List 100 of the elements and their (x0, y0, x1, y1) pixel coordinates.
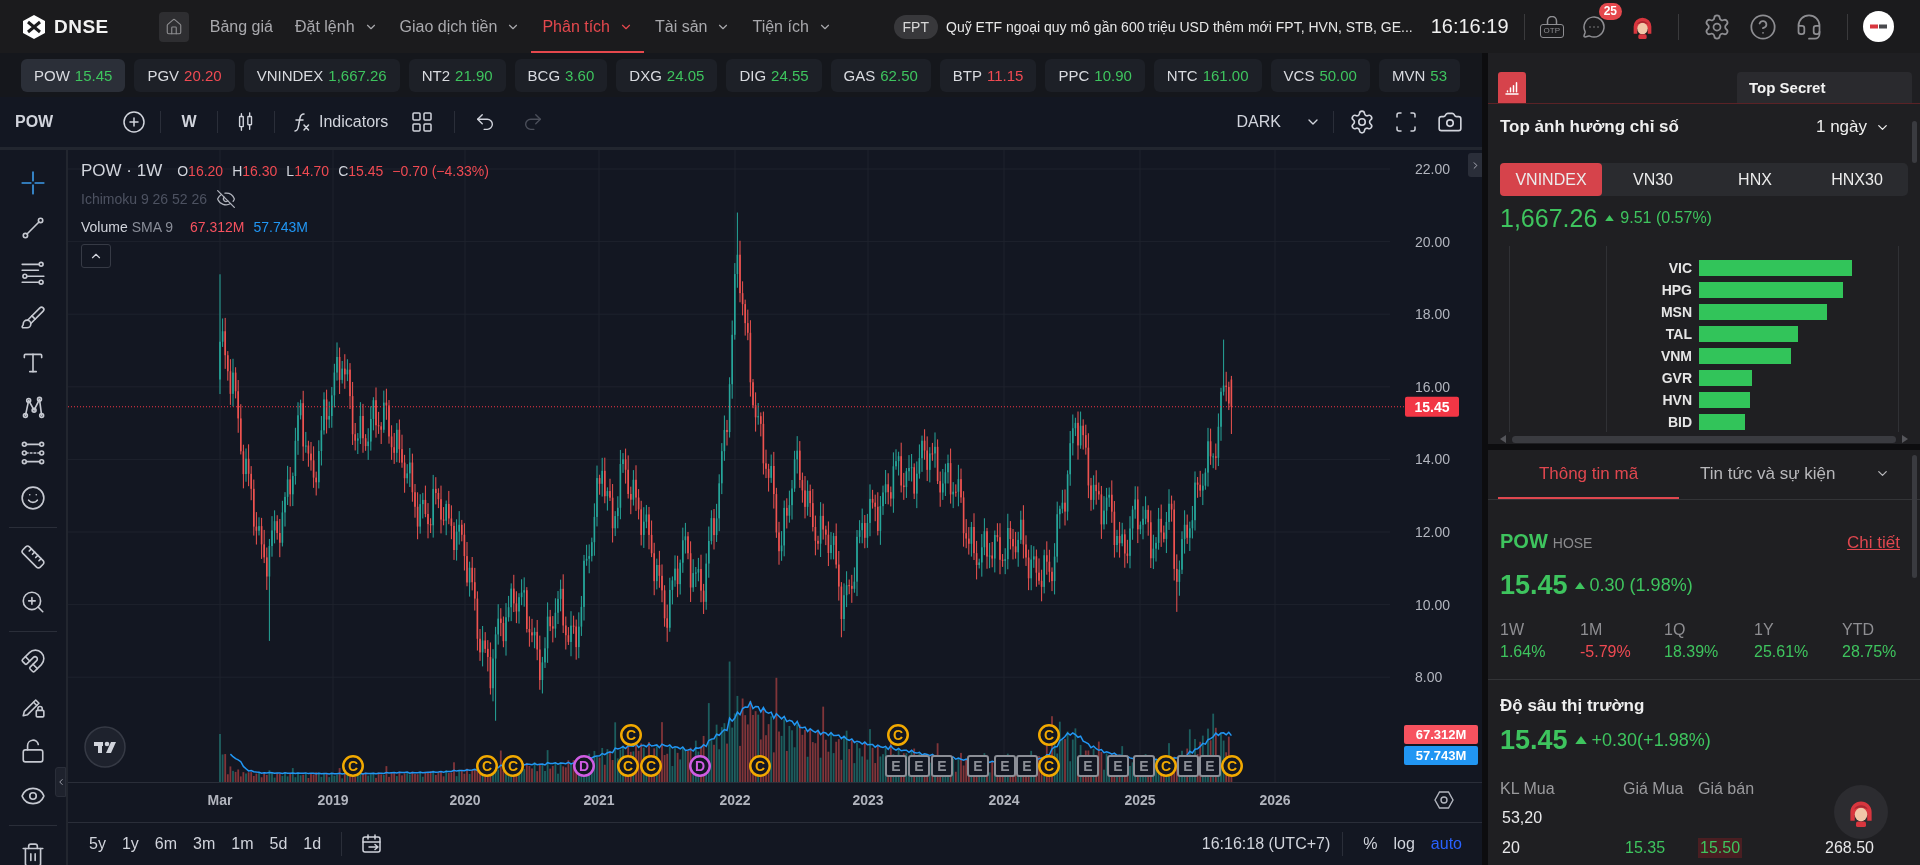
stock-label: VNM (1660, 348, 1692, 364)
event-marker[interactable]: D (689, 755, 711, 777)
event-marker[interactable]: C (1038, 724, 1060, 746)
time-axis-label: 2026 (1259, 792, 1291, 808)
watchlist-item[interactable]: MVN 53 (1378, 58, 1460, 92)
event-marker[interactable]: E (1177, 755, 1199, 777)
time-axis-label: Mar (207, 792, 233, 808)
info-tab[interactable]: Tin tức và sự kiện (1679, 450, 1920, 499)
scale-toggle[interactable]: auto (1422, 829, 1470, 859)
time-axis-label: 2020 (449, 792, 481, 808)
home-button[interactable] (158, 11, 189, 42)
index-tab[interactable]: HNX30 (1806, 163, 1908, 196)
table-cell-text: 268.50 (1824, 838, 1875, 858)
avatar-icon[interactable] (1863, 11, 1894, 42)
event-marker[interactable]: E (967, 755, 989, 777)
event-marker[interactable]: C (887, 724, 909, 746)
range-button[interactable]: 6m (146, 829, 186, 859)
watchlist-item[interactable]: GAS 62.50 (830, 58, 931, 92)
tooltip: Top Secret (1737, 72, 1912, 103)
news-headline[interactable]: Quỹ ETF ngoại quy mô gần 600 triệu USD thêm mới FPT, HVN, STB, GE... (946, 18, 1413, 35)
event-marker[interactable]: D (573, 755, 595, 777)
nav-menu-item[interactable]: Tiện ích (741, 0, 843, 53)
event-marker[interactable]: E (1107, 755, 1129, 777)
event-marker[interactable]: C (640, 755, 662, 777)
scale-toggle[interactable]: log (1385, 829, 1423, 859)
chart-title[interactable]: POW · 1W (81, 161, 163, 181)
event-marker[interactable]: C (620, 724, 642, 746)
event-marker[interactable]: E (994, 755, 1016, 777)
period-label: 1W (1500, 621, 1524, 639)
scale-toggle[interactable]: % (1355, 829, 1386, 859)
price-axis-label: 12.00 (1415, 524, 1451, 540)
scrollbar-thumb[interactable] (1912, 455, 1917, 578)
event-marker[interactable]: C (342, 755, 364, 777)
event-marker[interactable]: C (749, 755, 771, 777)
info-tab[interactable]: Thông tin mã (1498, 450, 1679, 499)
event-marker[interactable]: C (1155, 755, 1177, 777)
watchlist-item[interactable]: POW 15.45 (21, 58, 126, 92)
event-marker[interactable]: C (476, 755, 498, 777)
theme-dropdown[interactable]: DARK (1230, 104, 1327, 140)
event-marker[interactable]: C (1038, 755, 1060, 777)
watchlist-item[interactable]: DXG 24.05 (616, 58, 718, 92)
index-tab[interactable]: HNX (1704, 163, 1806, 196)
range-button[interactable]: 1m (223, 829, 262, 859)
event-marker[interactable]: E (1199, 755, 1221, 777)
stock-label: MSN (1660, 304, 1692, 320)
index-tab[interactable]: VNINDEX (1500, 163, 1602, 196)
watchlist-item[interactable]: BCG 3.60 (514, 58, 608, 92)
range-button[interactable]: 3m (185, 829, 224, 859)
watchlist-item[interactable]: NT2 21.90 (408, 58, 506, 92)
news-tag[interactable]: FPT (893, 14, 938, 39)
event-marker[interactable]: E (1077, 755, 1099, 777)
nav-menu-item[interactable]: Đặt lệnh (283, 0, 389, 53)
watchlist-item[interactable]: VNINDEX 1,667.26 (243, 58, 400, 92)
time-axis-label: 2023 (852, 792, 884, 808)
event-marker[interactable]: C (1221, 755, 1243, 777)
range-button[interactable]: 5y (81, 829, 114, 859)
chart-logo-icon[interactable] (84, 726, 126, 768)
watchlist-item[interactable]: NTC 161.00 (1153, 58, 1262, 92)
indicators-button[interactable]: Indicators (281, 104, 397, 140)
range-button[interactable]: 1y (113, 829, 147, 859)
symbol-button[interactable]: POW (0, 104, 114, 140)
smiley-icon (20, 485, 46, 511)
range-button[interactable]: 1d (295, 829, 330, 859)
event-marker[interactable]: C (617, 755, 639, 777)
watchlist-item[interactable]: DIG 24.55 (726, 58, 822, 92)
index-tab[interactable]: VN30 (1602, 163, 1704, 196)
price-axis-label: 22.00 (1415, 161, 1451, 177)
scrollbar-thumb[interactable] (1512, 435, 1896, 443)
event-marker[interactable]: E (1016, 755, 1038, 777)
nav-menu-item[interactable]: Bảng giá (198, 0, 284, 53)
event-marker[interactable]: E (1133, 755, 1155, 777)
volume-value-label: 67.312M (1404, 725, 1478, 744)
event-marker[interactable]: E (908, 755, 930, 777)
scrollbar-thumb[interactable] (1912, 121, 1917, 163)
indicator-name[interactable]: Volume (81, 219, 128, 235)
watchlist-item[interactable]: VCS 50.00 (1270, 58, 1370, 92)
watchlist-item[interactable]: BTP 11.15 (939, 58, 1037, 92)
time-axis-label: 2025 (1124, 792, 1156, 808)
event-marker[interactable]: E (931, 755, 953, 777)
price-axis-label: 16.00 (1415, 378, 1451, 395)
chart-tab[interactable] (1498, 72, 1526, 103)
ohlc-value: C15.45 (338, 163, 384, 179)
time-axis-label: 2021 (583, 792, 615, 808)
range-button[interactable]: 5d (261, 829, 296, 859)
otp-button[interactable]: OTP (1539, 15, 1564, 38)
event-marker[interactable]: C (502, 755, 524, 777)
settings-icon[interactable] (1434, 791, 1454, 809)
home-icon (164, 17, 183, 36)
interval-button[interactable]: W (171, 104, 207, 140)
headset-icon (1795, 12, 1823, 41)
event-marker[interactable]: E (885, 755, 907, 777)
watchlist-item[interactable]: PGV 20.20 (134, 58, 235, 92)
up-triangle-icon (1605, 214, 1615, 222)
nav-menu-item[interactable]: Giao dịch tiền (388, 0, 532, 53)
period-dropdown[interactable]: 1 ngày (1815, 117, 1890, 137)
detail-link[interactable]: Chi tiết (1847, 533, 1900, 553)
nav-menu-item[interactable]: Tài sản (644, 0, 742, 53)
notification-badge: 25 (1598, 2, 1622, 20)
watchlist-item[interactable]: PPC 10.90 (1045, 58, 1145, 92)
time-axis-label: 2019 (317, 792, 349, 808)
